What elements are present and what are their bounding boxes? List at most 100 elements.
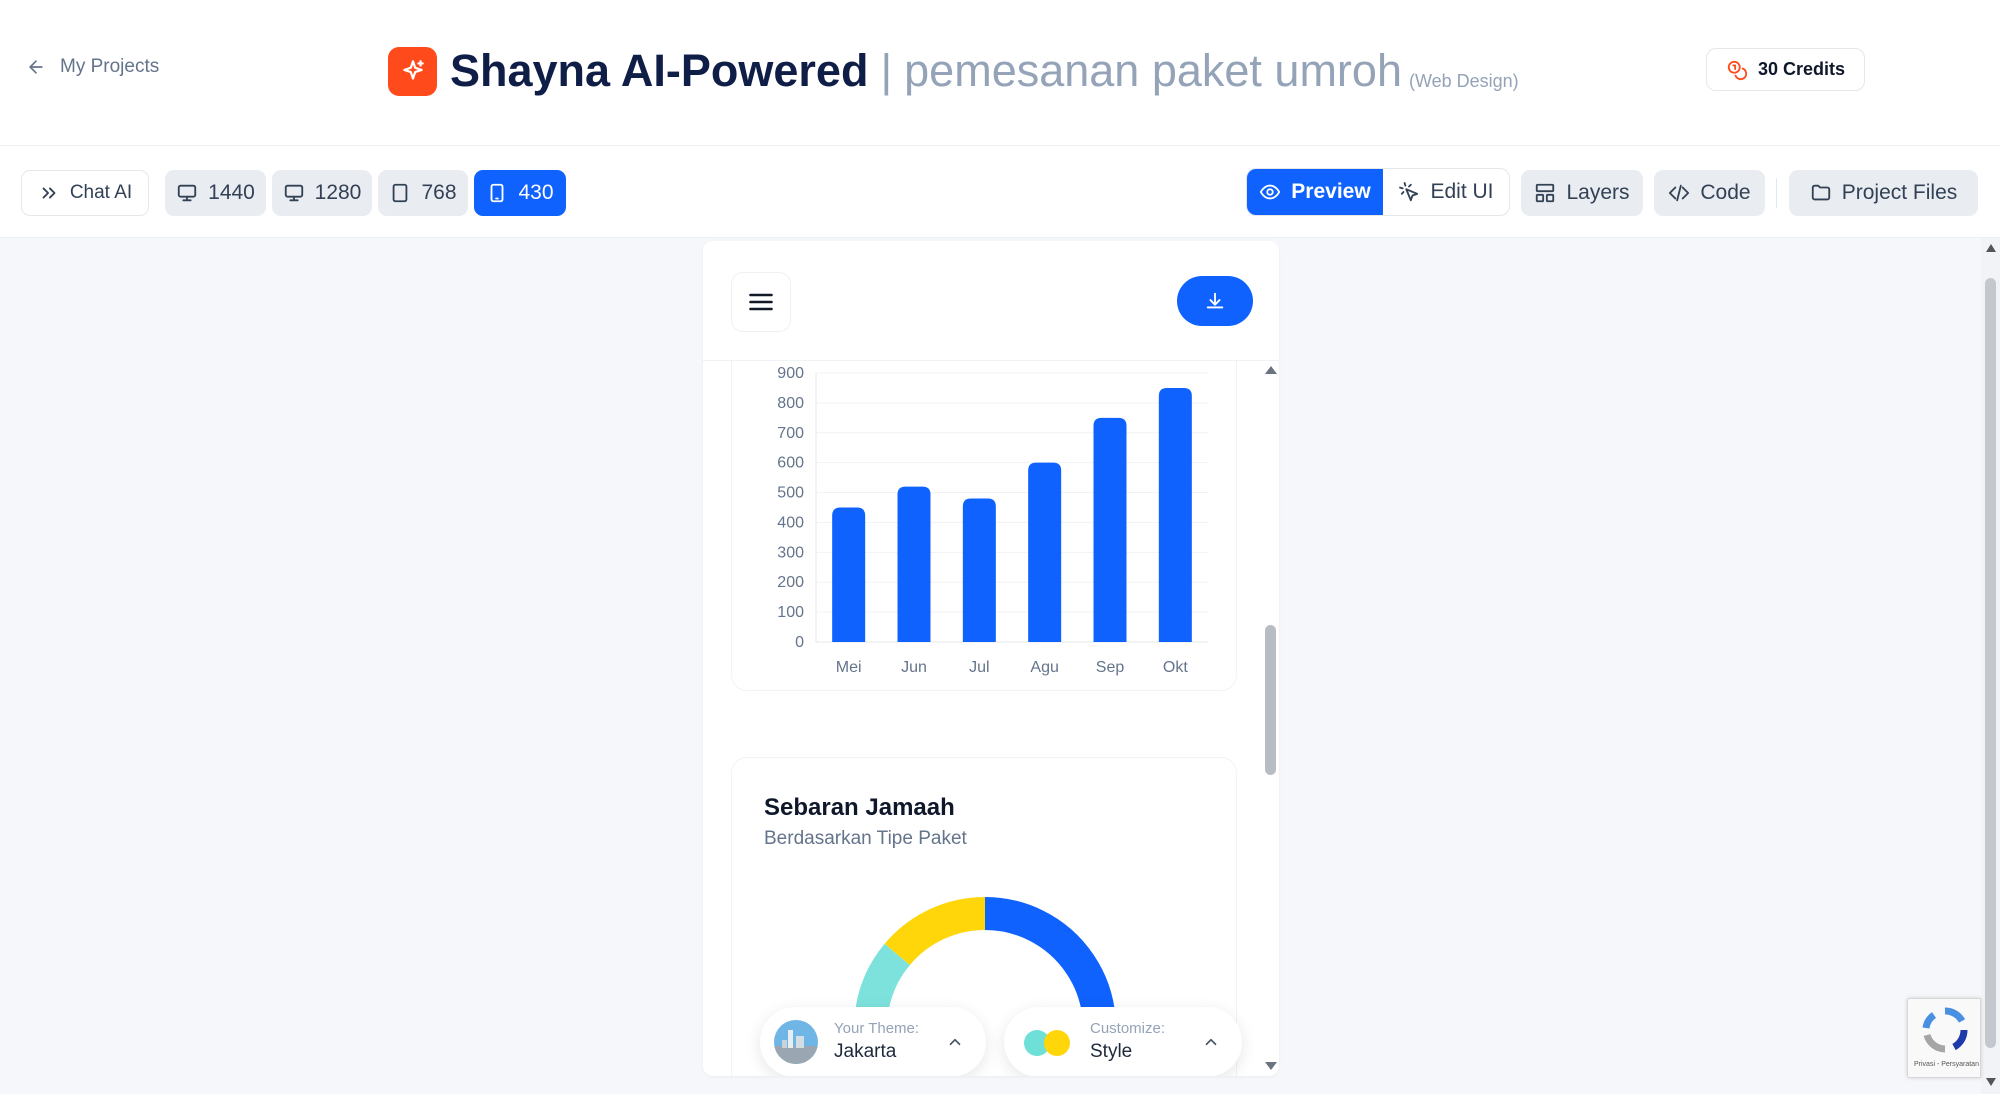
y-tick-label: 800 <box>777 395 804 412</box>
cursor-click-icon <box>1399 182 1419 202</box>
city-photo-icon <box>774 1020 818 1064</box>
eye-icon <box>1260 184 1281 200</box>
customize-text: Customize: Style <box>1090 1019 1165 1065</box>
y-tick-label: 900 <box>777 365 804 382</box>
phone-icon <box>491 183 504 203</box>
code-icon <box>1669 184 1690 202</box>
code-label: Code <box>1700 181 1751 204</box>
preview-scrollbar-thumb[interactable] <box>1265 625 1276 775</box>
device-preview-frame: 0 100 200 300 400 500 600 700 800 900 Mei Jun Jul Agu… <box>703 241 1279 1076</box>
chat-ai-button[interactable]: Chat AI <box>21 170 149 216</box>
edit-ui-label: Edit UI <box>1430 180 1494 203</box>
bar-agu[interactable] <box>1028 462 1062 642</box>
scroll-down-arrow-icon[interactable] <box>1265 1062 1277 1070</box>
project-type: (Web Design) <box>1408 71 1519 91</box>
layers-icon <box>1536 183 1555 203</box>
folder-icon <box>1811 184 1830 201</box>
page-title: Shayna AI-Powered | pemesanan paket umro… <box>388 44 1519 98</box>
scroll-down-arrow-icon[interactable] <box>1986 1078 1996 1086</box>
bar-chart: 0 100 200 300 400 500 600 700 800 900 Mei Jun Jul Agu… <box>777 365 1208 676</box>
bar-mei[interactable] <box>832 507 866 643</box>
title-separator: | <box>880 45 893 96</box>
project-files-label: Project Files <box>1841 181 1958 204</box>
chevrons-right-icon <box>42 187 56 199</box>
edit-ui-button[interactable]: Edit UI <box>1383 169 1509 215</box>
customize-value: Style <box>1090 1041 1133 1062</box>
bar-jul[interactable] <box>962 498 996 642</box>
chevron-up-icon <box>949 1038 961 1046</box>
menu-icon <box>749 293 773 311</box>
donut-segment-yellow[interactable] <box>884 897 986 966</box>
code-button[interactable]: Code <box>1654 170 1765 216</box>
recaptcha-text: Privasi - Persyaratan <box>1914 1061 1979 1068</box>
monitor-icon <box>177 184 197 202</box>
coins-icon <box>1727 60 1748 80</box>
top-header: My Projects Shayna AI-Powered | pemesana… <box>0 0 2000 146</box>
theme-label: Your Theme: <box>834 1020 920 1037</box>
viewport-1440-button[interactable]: 1440 <box>165 170 266 216</box>
back-link-label[interactable]: My Projects <box>60 56 159 78</box>
y-tick-label: 600 <box>777 455 804 472</box>
theme-thumbnail <box>774 1020 818 1064</box>
y-tick-label: 200 <box>777 574 804 591</box>
viewport-768-button[interactable]: 768 <box>378 170 468 216</box>
page-scrollbar[interactable] <box>1981 238 2000 1094</box>
viewport-label: 1280 <box>314 181 362 204</box>
preview-scrollbar[interactable] <box>1262 361 1279 1076</box>
x-tick-label: Jul <box>969 659 989 676</box>
monthly-bar-chart-card: 0 100 200 300 400 500 600 700 800 900 Mei Jun Jul Agu… <box>731 361 1237 691</box>
recaptcha-icon <box>1922 1007 1968 1053</box>
viewport-label: 430 <box>518 181 554 204</box>
project-files-button[interactable]: Project Files <box>1789 170 1978 216</box>
recaptcha-badge[interactable]: Privasi - Persyaratan <box>1907 998 1981 1078</box>
viewport-1280-button[interactable]: 1280 <box>272 170 372 216</box>
viewport-430-button[interactable]: 430 <box>474 170 566 216</box>
toolbar-divider <box>1776 178 1777 208</box>
preview-label: Preview <box>1291 180 1371 203</box>
y-tick-label: 400 <box>777 514 804 531</box>
bar-sep[interactable] <box>1093 417 1127 642</box>
customize-label: Customize: <box>1090 1020 1166 1037</box>
bar-okt[interactable] <box>1158 387 1192 642</box>
theme-selector[interactable]: Your Theme: Jakarta <box>760 1007 986 1076</box>
y-tick-label: 0 <box>795 634 804 651</box>
theme-text: Your Theme: Jakarta <box>834 1019 919 1065</box>
x-tick-label: Agu <box>1030 659 1058 676</box>
project-name: pemesanan paket umroh <box>904 45 1402 96</box>
app-title: Shayna AI-Powered <box>450 45 869 96</box>
editor-toolbar: Chat AI 1440 1280 768 430 Preview Edit U… <box>0 146 2000 238</box>
back-to-projects-link[interactable]: My Projects <box>26 56 159 78</box>
x-tick-label: Sep <box>1096 659 1125 676</box>
scroll-up-arrow-icon[interactable] <box>1986 244 1996 252</box>
preview-app-header <box>703 241 1279 361</box>
monitor-icon <box>284 184 303 202</box>
y-tick-label: 700 <box>777 425 804 442</box>
credits-label: 30 Credits <box>1757 59 1846 79</box>
x-tick-label: Mei <box>836 659 862 676</box>
layers-button[interactable]: Layers <box>1521 170 1643 216</box>
download-icon <box>1206 292 1224 309</box>
arrow-left-icon <box>29 60 43 74</box>
hamburger-menu-button[interactable] <box>731 272 791 332</box>
preview-button[interactable]: Preview <box>1247 169 1383 215</box>
x-tick-label: Okt <box>1163 659 1188 676</box>
x-tick-label: Jun <box>901 659 927 676</box>
theme-value: Jakarta <box>834 1041 897 1062</box>
tablet-icon <box>393 183 408 203</box>
customize-style-selector[interactable]: Customize: Style <box>1004 1007 1242 1076</box>
bar-jun[interactable] <box>897 486 931 642</box>
sparkle-icon <box>402 60 424 80</box>
color-swatch-icon <box>1024 1027 1074 1057</box>
download-button[interactable] <box>1177 276 1253 326</box>
scrollbar-thumb[interactable] <box>1985 278 1996 1048</box>
y-tick-label: 500 <box>777 485 804 502</box>
chevron-up-icon <box>1205 1038 1217 1046</box>
y-tick-label: 100 <box>777 604 804 621</box>
yellow-swatch <box>1044 1030 1070 1056</box>
y-tick-label: 300 <box>777 544 804 561</box>
scroll-up-arrow-icon[interactable] <box>1265 366 1277 374</box>
credits-badge[interactable]: 30 Credits <box>1706 48 1865 91</box>
view-mode-toggle: Preview Edit UI <box>1246 168 1510 216</box>
app-logo <box>388 46 437 96</box>
viewport-label: 1440 <box>208 181 255 204</box>
